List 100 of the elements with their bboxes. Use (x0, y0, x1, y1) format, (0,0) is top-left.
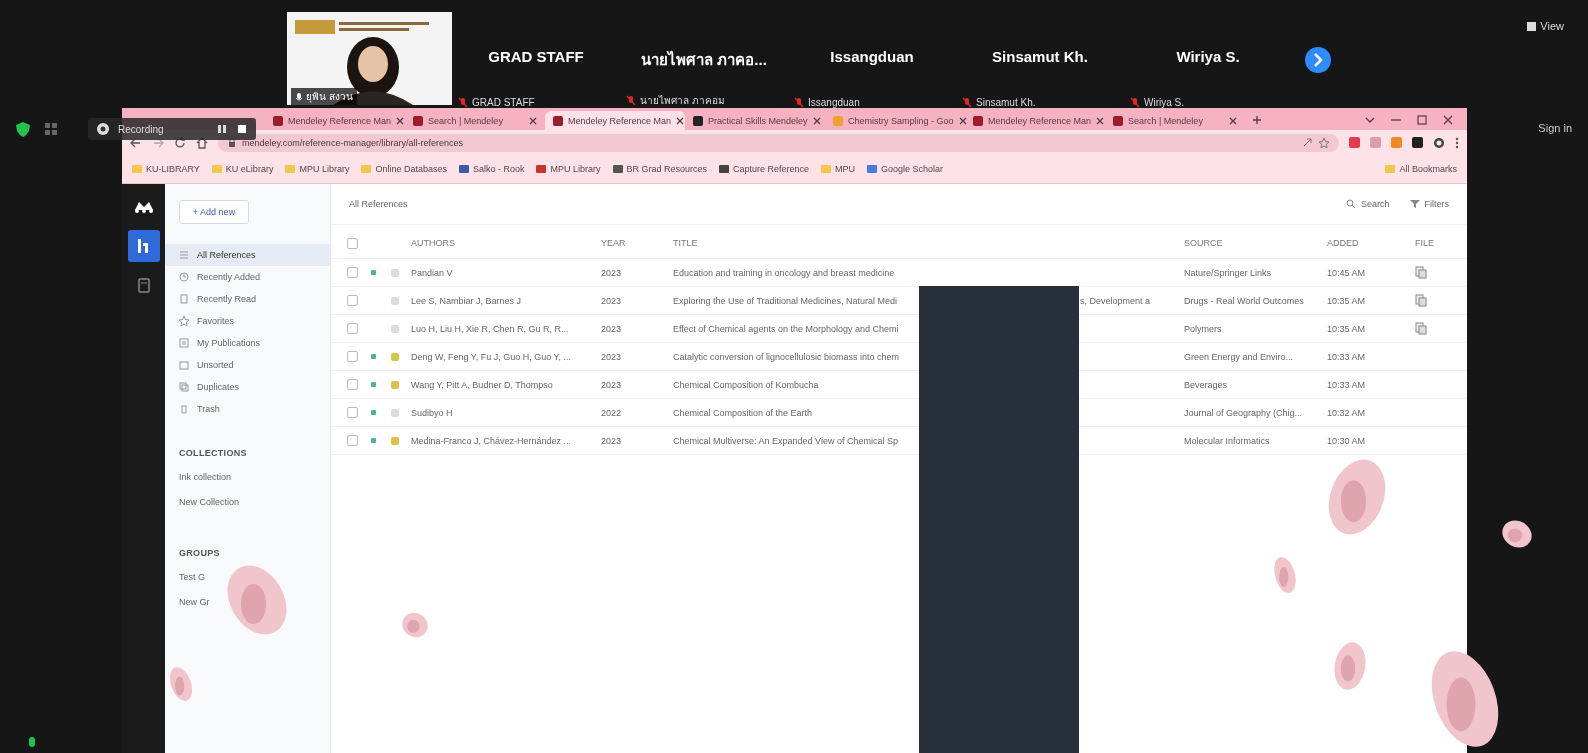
browser-tab[interactable]: Mendeley Reference Man (545, 111, 685, 130)
browser-tab[interactable]: Search | Mendeley (1105, 111, 1245, 130)
close-icon[interactable] (396, 116, 405, 125)
next-page-button[interactable] (1304, 46, 1332, 74)
sidebar-item[interactable]: Recently Read (165, 288, 330, 310)
table-cell-text: Chemical Composition of Kombucha (673, 379, 820, 390)
search-button[interactable]: Search (1345, 199, 1390, 209)
folder-icon (612, 164, 623, 174)
library-icon[interactable] (127, 230, 160, 262)
favorite-toggle[interactable] (391, 324, 399, 333)
column-header[interactable]: FILE (1415, 238, 1467, 248)
maximize-icon[interactable] (1417, 115, 1427, 125)
folder-icon (867, 164, 878, 174)
bookmark[interactable]: KU eLibrary (211, 164, 274, 174)
row-checkbox[interactable] (347, 435, 358, 446)
column-header[interactable]: AUTHORS (411, 238, 601, 248)
browser-tab[interactable]: Mendeley Reference Man (265, 111, 405, 130)
address-bar[interactable]: mendeley.com/reference-manager/library/all-references (218, 133, 1339, 152)
close-icon[interactable] (1229, 116, 1237, 125)
grid-icon[interactable] (44, 122, 58, 136)
row-checkbox[interactable] (347, 295, 358, 306)
close-icon[interactable] (529, 116, 537, 125)
file-icon[interactable] (1415, 294, 1427, 307)
bookmark[interactable]: Salko - Rook (458, 164, 525, 174)
collection-item[interactable]: Ink collection (165, 464, 330, 489)
bookmark[interactable]: Capture Reference (719, 164, 810, 174)
favorite-mark[interactable] (391, 436, 399, 445)
chevron-down-icon[interactable] (1365, 116, 1375, 124)
petal-drawing (168, 665, 194, 703)
close-icon[interactable] (812, 116, 821, 125)
sidebar-item[interactable]: All References (165, 244, 330, 266)
sidebar-item[interactable]: Recently Added (165, 266, 330, 288)
bookmark[interactable]: MPU Library (536, 164, 601, 174)
folder-icon (132, 164, 142, 174)
sign-in-link[interactable]: Sign in (1538, 122, 1572, 134)
favorite-mark[interactable] (391, 380, 399, 389)
collection-item[interactable]: New Collection (165, 489, 330, 514)
group-item[interactable]: New Gr (165, 589, 330, 614)
table-cell-text: 2023 (601, 351, 623, 362)
table-cell-text: Lee S, Nambiar J, Barnes J (411, 295, 523, 306)
group-item[interactable]: Test G (165, 564, 330, 589)
column-header[interactable]: YEAR (601, 238, 673, 248)
sidebar-item[interactable]: Duplicates (165, 376, 330, 398)
browser-tab[interactable]: Practical Skills Mendeley (685, 111, 825, 130)
filters-button[interactable]: Filters (1409, 199, 1449, 209)
shield-icon[interactable] (16, 122, 30, 137)
extension-icon[interactable] (1412, 137, 1423, 148)
favorite-toggle[interactable] (391, 296, 399, 305)
row-checkbox[interactable] (347, 379, 358, 390)
close-icon[interactable] (958, 116, 967, 125)
table-cell-text: 2023 (601, 435, 623, 446)
new-tab-icon[interactable] (1253, 116, 1261, 124)
menu-icon[interactable] (1455, 136, 1459, 149)
star-icon[interactable] (1319, 137, 1329, 148)
sidebar-item[interactable]: Favorites (165, 310, 330, 332)
notebook-icon[interactable] (136, 278, 151, 293)
folder-icon (285, 164, 296, 174)
pause-icon[interactable] (216, 123, 228, 135)
view-button[interactable]: View (1527, 20, 1588, 32)
add-new-button[interactable]: + Add new (179, 200, 249, 224)
browser-tab[interactable]: Chemistry Sampling - Goo (825, 111, 965, 130)
row-checkbox[interactable] (347, 267, 358, 278)
bookmark[interactable]: MPU (821, 164, 856, 174)
close-icon[interactable] (676, 116, 685, 125)
row-checkbox[interactable] (347, 407, 358, 418)
bookmark[interactable]: All Bookmarks (1385, 164, 1457, 174)
browser-tab[interactable]: Search | Mendeley (405, 111, 545, 130)
favorite-mark[interactable] (391, 352, 399, 361)
profile-icon[interactable] (1433, 136, 1445, 149)
column-header[interactable]: SOURCE (1184, 238, 1327, 248)
row-checkbox[interactable] (347, 323, 358, 334)
table-cell-text: Effect of Chemical agents on the Morphology and Chemi (673, 323, 900, 334)
bookmark[interactable]: Google Scholar (867, 164, 944, 174)
favorite-toggle[interactable] (391, 268, 399, 277)
participant-name: ยุพิน สงวน (306, 90, 353, 104)
sidebar-item[interactable]: Unsorted (165, 354, 330, 376)
close-icon[interactable] (1443, 115, 1453, 125)
sidebar-item[interactable]: My Publications (165, 332, 330, 354)
browser-tab[interactable]: Mendeley Reference Man (965, 111, 1105, 130)
close-icon[interactable] (1096, 116, 1105, 125)
section-heading: GROUPS (179, 548, 221, 558)
sidebar-item[interactable]: Trash (165, 398, 330, 420)
file-icon[interactable] (1415, 266, 1427, 279)
bookmark[interactable]: BR Grad Resources (612, 164, 708, 174)
minimize-icon[interactable] (1391, 116, 1401, 124)
filter-icon (1409, 199, 1420, 209)
favorite-toggle[interactable] (391, 408, 399, 417)
bookmark[interactable]: MPU Library (285, 164, 350, 174)
microphone-icon[interactable] (28, 736, 36, 748)
participant-label: นายไพศาล ภาคอม (640, 94, 725, 108)
select-all-checkbox[interactable] (347, 237, 358, 249)
column-header[interactable]: ADDED (1327, 238, 1415, 248)
share-icon[interactable] (1303, 137, 1313, 148)
file-icon[interactable] (1415, 322, 1427, 335)
participant-name: Issangduan (829, 48, 915, 65)
bookmark[interactable]: Online Databases (361, 164, 447, 174)
row-checkbox[interactable] (347, 351, 358, 362)
bookmark[interactable]: KU-LIBRARY (132, 164, 200, 174)
stop-icon[interactable] (236, 123, 248, 135)
column-header[interactable]: TITLE (673, 238, 1184, 248)
